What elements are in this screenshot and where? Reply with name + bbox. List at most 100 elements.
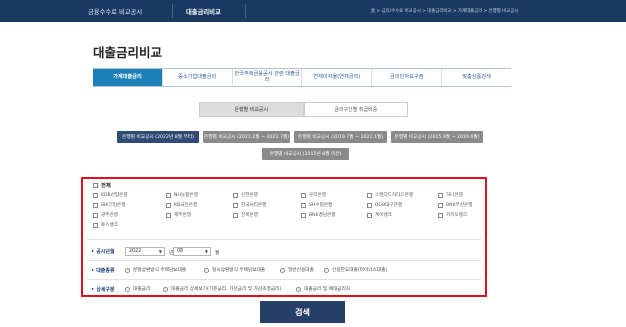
bank-checkbox[interactable]: IBK기업은행 xyxy=(93,202,125,208)
subtab-bank-comparison[interactable]: 은행별 비교공시 xyxy=(199,102,304,117)
option-label: 대출금리 xyxy=(133,287,151,292)
subtab-rate-range-share[interactable]: 금리구간별 취급비중 xyxy=(303,102,408,117)
bank-checkbox[interactable]: 토스뱅크 xyxy=(93,222,118,228)
radio-button[interactable] xyxy=(204,267,209,273)
chevron-down-icon: ▼ xyxy=(158,249,162,254)
bank-checkbox[interactable]: KB국민은행 xyxy=(166,202,197,208)
bank-checkbox[interactable]: 카카오뱅크 xyxy=(438,212,467,218)
bank-checkbox[interactable]: 스탠다드차타드은행 xyxy=(367,192,413,198)
radio-button[interactable] xyxy=(324,267,329,273)
breadcrumb: 홈 > 금리/수수료 비교공시 > 대출금리비교 > 가계대출금리 > 은행별 … xyxy=(371,9,519,14)
option-label: 일시상환방식 주택담보대출 xyxy=(212,268,266,273)
checkbox[interactable] xyxy=(233,212,238,218)
radio-button[interactable] xyxy=(280,267,285,273)
radio-button[interactable] xyxy=(296,286,301,292)
year-select[interactable]: 2022 ▼ xyxy=(125,247,165,256)
bank-checkbox[interactable]: DGB대구은행 xyxy=(367,202,402,208)
checkbox[interactable] xyxy=(93,212,98,218)
bank-checkbox[interactable]: NH농협은행 xyxy=(166,192,198,198)
detail-option[interactable]: 대출금리 xyxy=(125,286,150,292)
tab-household-loan[interactable]: 가계대출금리 xyxy=(93,69,162,86)
detail-option[interactable]: 대출금리 및 예대금리차 xyxy=(296,286,350,292)
bank-all-label: 전체 xyxy=(101,183,111,189)
period-button-2019-07[interactable]: 은행별 비교공시 (2019.7월 ~ 2021.1월) xyxy=(294,131,387,143)
bank-label: 한국씨티은행 xyxy=(241,203,267,208)
bank-checkbox[interactable]: 광주은행 xyxy=(93,212,118,218)
checkbox[interactable] xyxy=(93,222,98,228)
radio-button[interactable] xyxy=(125,286,130,292)
nav-divider xyxy=(172,4,173,18)
checkbox[interactable] xyxy=(233,202,238,208)
search-button[interactable]: 검색 xyxy=(260,301,345,323)
bank-checkbox[interactable]: KDB산업은행 xyxy=(93,192,128,198)
divider xyxy=(87,239,481,240)
checkbox[interactable] xyxy=(367,192,372,198)
checkbox[interactable] xyxy=(438,212,443,218)
checkbox[interactable] xyxy=(166,192,171,198)
option-label: 대출금리 및 예대금리차 xyxy=(304,287,351,292)
bank-label: BNK경남은행 xyxy=(309,213,336,218)
bank-label: SH수협은행 xyxy=(309,203,333,208)
nav-loan-rate-comparison[interactable]: 대출금리비교 xyxy=(186,7,221,16)
loan-type-option[interactable]: 일반신용대출 xyxy=(280,267,314,273)
loan-type-option[interactable]: 신용한도대출(마이너스대출) xyxy=(324,267,387,273)
nav-fee-comparison[interactable]: 금융수수료 비교공시 xyxy=(88,7,142,16)
tab-hf-loan[interactable]: 한국주택금융공사 관련 대출금리 xyxy=(231,69,302,86)
bank-label: IBK기업은행 xyxy=(101,203,126,208)
checkbox[interactable] xyxy=(367,212,372,218)
month-unit: 월 xyxy=(215,251,220,256)
checkbox[interactable] xyxy=(438,192,443,198)
loan-type-option[interactable]: 일시상환방식 주택담보대출 xyxy=(204,267,265,273)
bank-checkbox[interactable]: 하나은행 xyxy=(438,192,463,198)
label-text: 공시년월 xyxy=(96,249,115,255)
bank-label: 스탠다드차타드은행 xyxy=(375,193,414,198)
detail-option[interactable]: 대출금리 상세보기(기준금리, 가산금리 및 가감조정금리) xyxy=(163,286,281,292)
bank-checkbox[interactable]: BNK부산은행 xyxy=(438,202,473,208)
disclosure-date-label: • 공시년월 xyxy=(91,249,115,255)
checkbox[interactable] xyxy=(166,202,171,208)
divider xyxy=(87,260,481,261)
period-button-2021-02[interactable]: 은행별 비교공시 (2021.2월 ~ 2022.7월) xyxy=(203,131,290,143)
checkbox[interactable] xyxy=(301,202,306,208)
month-value: 08 xyxy=(177,249,184,254)
bank-checkbox[interactable]: 케이뱅크 xyxy=(367,212,392,218)
checkbox[interactable] xyxy=(301,192,306,198)
radio-button[interactable] xyxy=(125,267,130,273)
divider xyxy=(87,279,481,280)
sub-tabs: 은행별 비교공시 금리구간별 취급비중 xyxy=(199,102,408,117)
page-title: 대출금리비교 xyxy=(93,45,163,60)
bank-checkbox[interactable]: 제주은행 xyxy=(166,212,191,218)
bank-checkbox[interactable]: BNK경남은행 xyxy=(301,212,336,218)
period-button-before-2015-08[interactable]: 은행별 비교공시 (2015년 8월 이전) xyxy=(262,148,349,160)
period-button-2022-08[interactable]: 은행별 비교공시 (2022년 8월 부터) xyxy=(117,131,199,143)
checkbox[interactable] xyxy=(438,202,443,208)
tab-rate-cut-request[interactable]: 금리인하요구권 xyxy=(371,69,441,86)
option-label: 신용한도대출(마이너스대출) xyxy=(332,268,388,273)
bank-checkbox[interactable]: 신한은행 xyxy=(233,192,258,198)
checkbox[interactable] xyxy=(93,202,98,208)
bank-all-checkbox-row[interactable]: 전체 xyxy=(93,181,111,189)
tab-sme-loan[interactable]: 중소기업대출금리 xyxy=(161,69,232,86)
tab-overdue-rate[interactable]: 연체이자율(연체금리) xyxy=(301,69,371,86)
radio-button[interactable] xyxy=(163,286,168,292)
bank-checkbox[interactable]: 우리은행 xyxy=(301,192,326,198)
top-nav-bar: 금융수수료 비교공시 대출금리비교 홈 > 금리/수수료 비교공시 > 대출금리… xyxy=(0,0,626,22)
bank-label: 우리은행 xyxy=(309,193,326,198)
bank-checkbox[interactable]: 한국씨티은행 xyxy=(233,202,266,208)
label-text: 대출종류 xyxy=(96,268,115,274)
checkbox[interactable] xyxy=(93,192,98,198)
bank-label: DGB대구은행 xyxy=(375,203,403,208)
checkbox[interactable] xyxy=(93,182,98,188)
checkbox[interactable] xyxy=(301,212,306,218)
month-select[interactable]: 08 ▼ xyxy=(173,247,211,256)
checkbox[interactable] xyxy=(166,212,171,218)
main-tabs: 가계대출금리 중소기업대출금리 한국주택금융공사 관련 대출금리 연체이자율(연… xyxy=(93,68,511,87)
checkbox[interactable] xyxy=(367,202,372,208)
bank-checkbox[interactable]: SH수협은행 xyxy=(301,202,332,208)
tab-custom-search[interactable]: 맞춤상품검색 xyxy=(441,69,511,86)
bank-checkbox[interactable]: 전북은행 xyxy=(233,212,258,218)
checkbox[interactable] xyxy=(233,192,238,198)
loan-type-option[interactable]: 분할상환방식 주택담보대출 xyxy=(125,267,186,273)
bank-label: BNK부산은행 xyxy=(446,203,473,208)
period-button-2015-09[interactable]: 은행별 비교공시 (2015.9월 ~ 2019.6월) xyxy=(391,131,483,143)
